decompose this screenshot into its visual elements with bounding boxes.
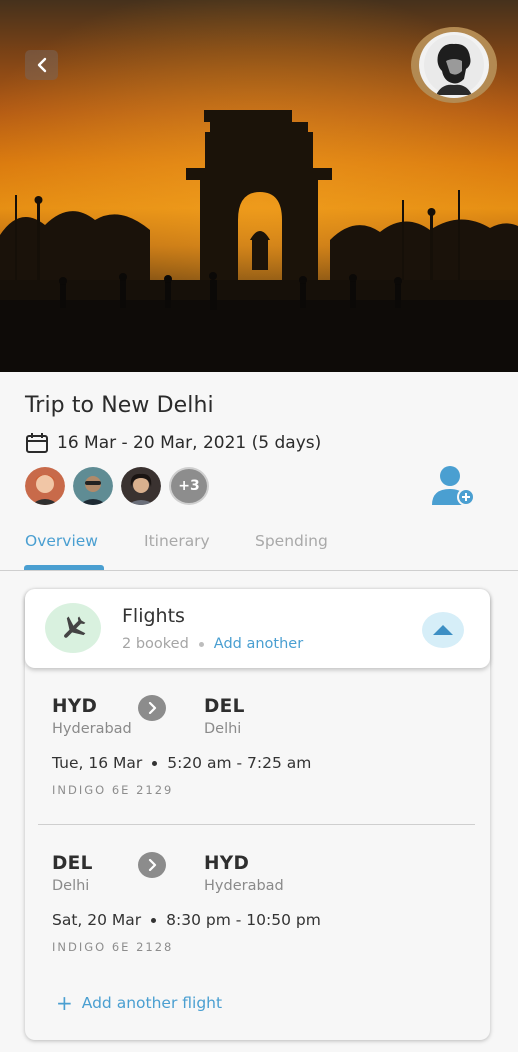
calendar-icon [26, 433, 48, 453]
origin-city: Hyderabad [52, 721, 132, 737]
add-user-icon [432, 466, 475, 506]
member-avatar[interactable] [73, 467, 113, 505]
trip-dates-text: 16 Mar - 20 Mar, 2021 (5 days) [57, 433, 322, 453]
origin-code: DEL [52, 853, 93, 874]
flight-time: 5:20 am - 7:25 am [167, 754, 312, 772]
flight-item[interactable]: HYD Hyderabad DEL Delhi Tue, 16 Mar 5:20… [52, 695, 472, 805]
profile-avatar[interactable] [411, 27, 497, 103]
destination-city: Delhi [204, 721, 242, 737]
chevron-left-icon [37, 57, 46, 73]
member-avatar[interactable] [25, 467, 65, 505]
caret-up-icon [433, 625, 453, 635]
member-avatar-2 [73, 467, 113, 505]
flight-schedule: Sat, 20 Mar 8:30 pm - 10:50 pm [52, 911, 321, 929]
more-members-badge[interactable]: +3 [169, 467, 209, 505]
destination-code: DEL [204, 696, 245, 717]
flights-summary: 2 booked Add another [122, 636, 303, 652]
tab-spending[interactable]: Spending [255, 532, 328, 550]
flight-item[interactable]: DEL Delhi HYD Hyderabad Sat, 20 Mar 8:30… [52, 852, 472, 962]
tab-bar: Overview Itinerary Spending [0, 528, 518, 571]
separator-dot [151, 917, 157, 923]
back-button[interactable] [25, 50, 58, 80]
separator-dot [152, 760, 158, 766]
origin-city: Delhi [52, 878, 90, 894]
arrow-right-icon [138, 852, 166, 878]
flight-carrier: INDIGO 6E 2128 [52, 940, 174, 954]
booked-count: 2 booked [122, 636, 189, 652]
plus-icon: + [56, 991, 73, 1015]
add-another-link[interactable]: Add another [214, 636, 303, 652]
trip-dates: 16 Mar - 20 Mar, 2021 (5 days) [25, 430, 321, 456]
flight-time: 8:30 pm - 10:50 pm [166, 911, 321, 929]
trip-members: +3 [25, 467, 209, 505]
flight-divider [38, 824, 475, 825]
airplane-icon [64, 616, 86, 638]
flights-header[interactable]: Flights 2 booked Add another [25, 589, 490, 668]
destination-city: Hyderabad [204, 878, 284, 894]
hero-image [0, 0, 518, 372]
add-another-flight-button[interactable]: + Add another flight [56, 993, 222, 1013]
flight-date: Sat, 20 Mar [52, 911, 142, 929]
flights-title: Flights [122, 605, 185, 627]
active-tab-indicator [24, 565, 104, 570]
add-member-button[interactable] [430, 465, 476, 507]
member-avatar-3 [121, 467, 161, 505]
flight-date: Tue, 16 Mar [52, 754, 143, 772]
arrow-right-icon [138, 695, 166, 721]
destination-code: HYD [204, 853, 250, 874]
user-avatar-photo [424, 35, 484, 95]
member-avatar-1 [25, 467, 65, 505]
origin-code: HYD [52, 696, 98, 717]
trip-title: Trip to New Delhi [25, 393, 214, 418]
member-avatar[interactable] [121, 467, 161, 505]
tab-itinerary[interactable]: Itinerary [144, 532, 210, 550]
flight-schedule: Tue, 16 Mar 5:20 am - 7:25 am [52, 754, 311, 772]
separator-dot [198, 641, 204, 647]
add-flight-label: Add another flight [81, 994, 223, 1012]
plane-icon-circle [45, 603, 101, 653]
tab-overview[interactable]: Overview [25, 532, 98, 550]
collapse-button[interactable] [422, 612, 464, 648]
flight-carrier: INDIGO 6E 2129 [52, 783, 174, 797]
